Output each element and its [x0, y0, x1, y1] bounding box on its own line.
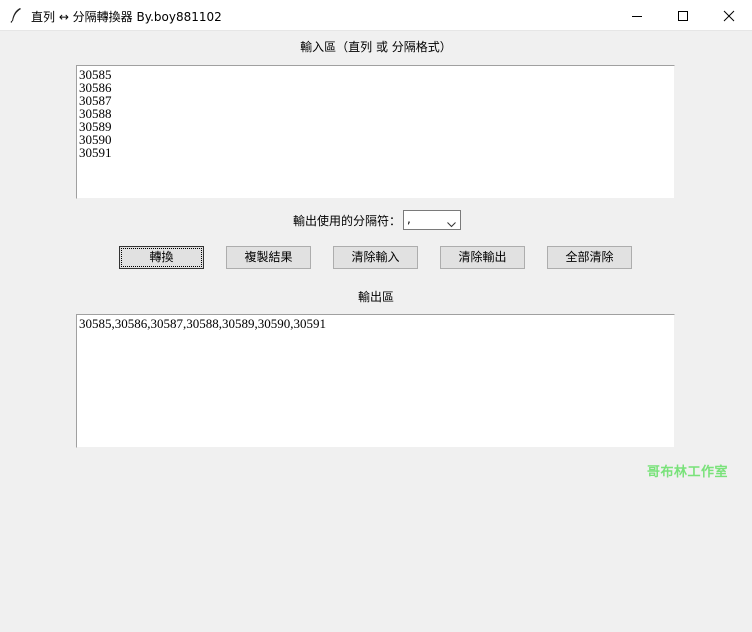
output-area-label: 輸出區	[357, 290, 394, 304]
separator-label: 輸出使用的分隔符：	[293, 214, 402, 228]
input-textarea[interactable]: 30585 30586 30587 30588 30589 30590 3059…	[76, 65, 675, 199]
clear-all-label: 全部清除	[565, 250, 614, 264]
clear-input-label: 清除輸入	[351, 250, 400, 264]
input-line: 30589	[79, 119, 112, 134]
maximize-icon	[678, 10, 688, 21]
feather-icon	[9, 7, 23, 23]
input-line: 30588	[79, 106, 112, 121]
clear-all-button[interactable]: 全部清除	[547, 246, 632, 269]
window-title: 直列 ↔ 分隔轉換器 By.boy881102	[31, 10, 222, 24]
clear-output-label: 清除輸出	[458, 250, 507, 264]
output-textarea[interactable]: 30585,30586,30587,30588,30589,30590,3059…	[76, 314, 675, 448]
separator-dropdown[interactable]: ,	[403, 210, 461, 230]
input-area-label: 輸入區（直列 或 分隔格式）	[300, 40, 452, 54]
studio-watermark: 哥布林工作室	[647, 465, 729, 480]
input-line: 30586	[79, 80, 112, 95]
input-line: 30587	[79, 93, 112, 108]
separator-value: ,	[407, 212, 411, 226]
copy-result-label: 複製結果	[244, 250, 293, 264]
clear-input-button[interactable]: 清除輸入	[333, 246, 418, 269]
clear-output-button[interactable]: 清除輸出	[440, 246, 525, 269]
output-line: 30585,30586,30587,30588,30589,30590,3059…	[79, 316, 326, 331]
focus-ring	[121, 248, 202, 267]
close-icon	[723, 10, 735, 21]
convert-button[interactable]: 轉換	[119, 246, 204, 269]
chevron-down-icon	[447, 217, 456, 231]
maximize-button[interactable]	[660, 0, 706, 31]
title-bar: 直列 ↔ 分隔轉換器 By.boy881102	[0, 0, 752, 31]
close-button[interactable]	[706, 0, 752, 31]
input-line: 30585	[79, 67, 112, 82]
minimize-icon	[632, 15, 642, 17]
input-line: 30590	[79, 132, 112, 147]
minimize-button[interactable]	[614, 0, 660, 31]
input-line: 30591	[79, 145, 112, 160]
copy-result-button[interactable]: 複製結果	[226, 246, 311, 269]
